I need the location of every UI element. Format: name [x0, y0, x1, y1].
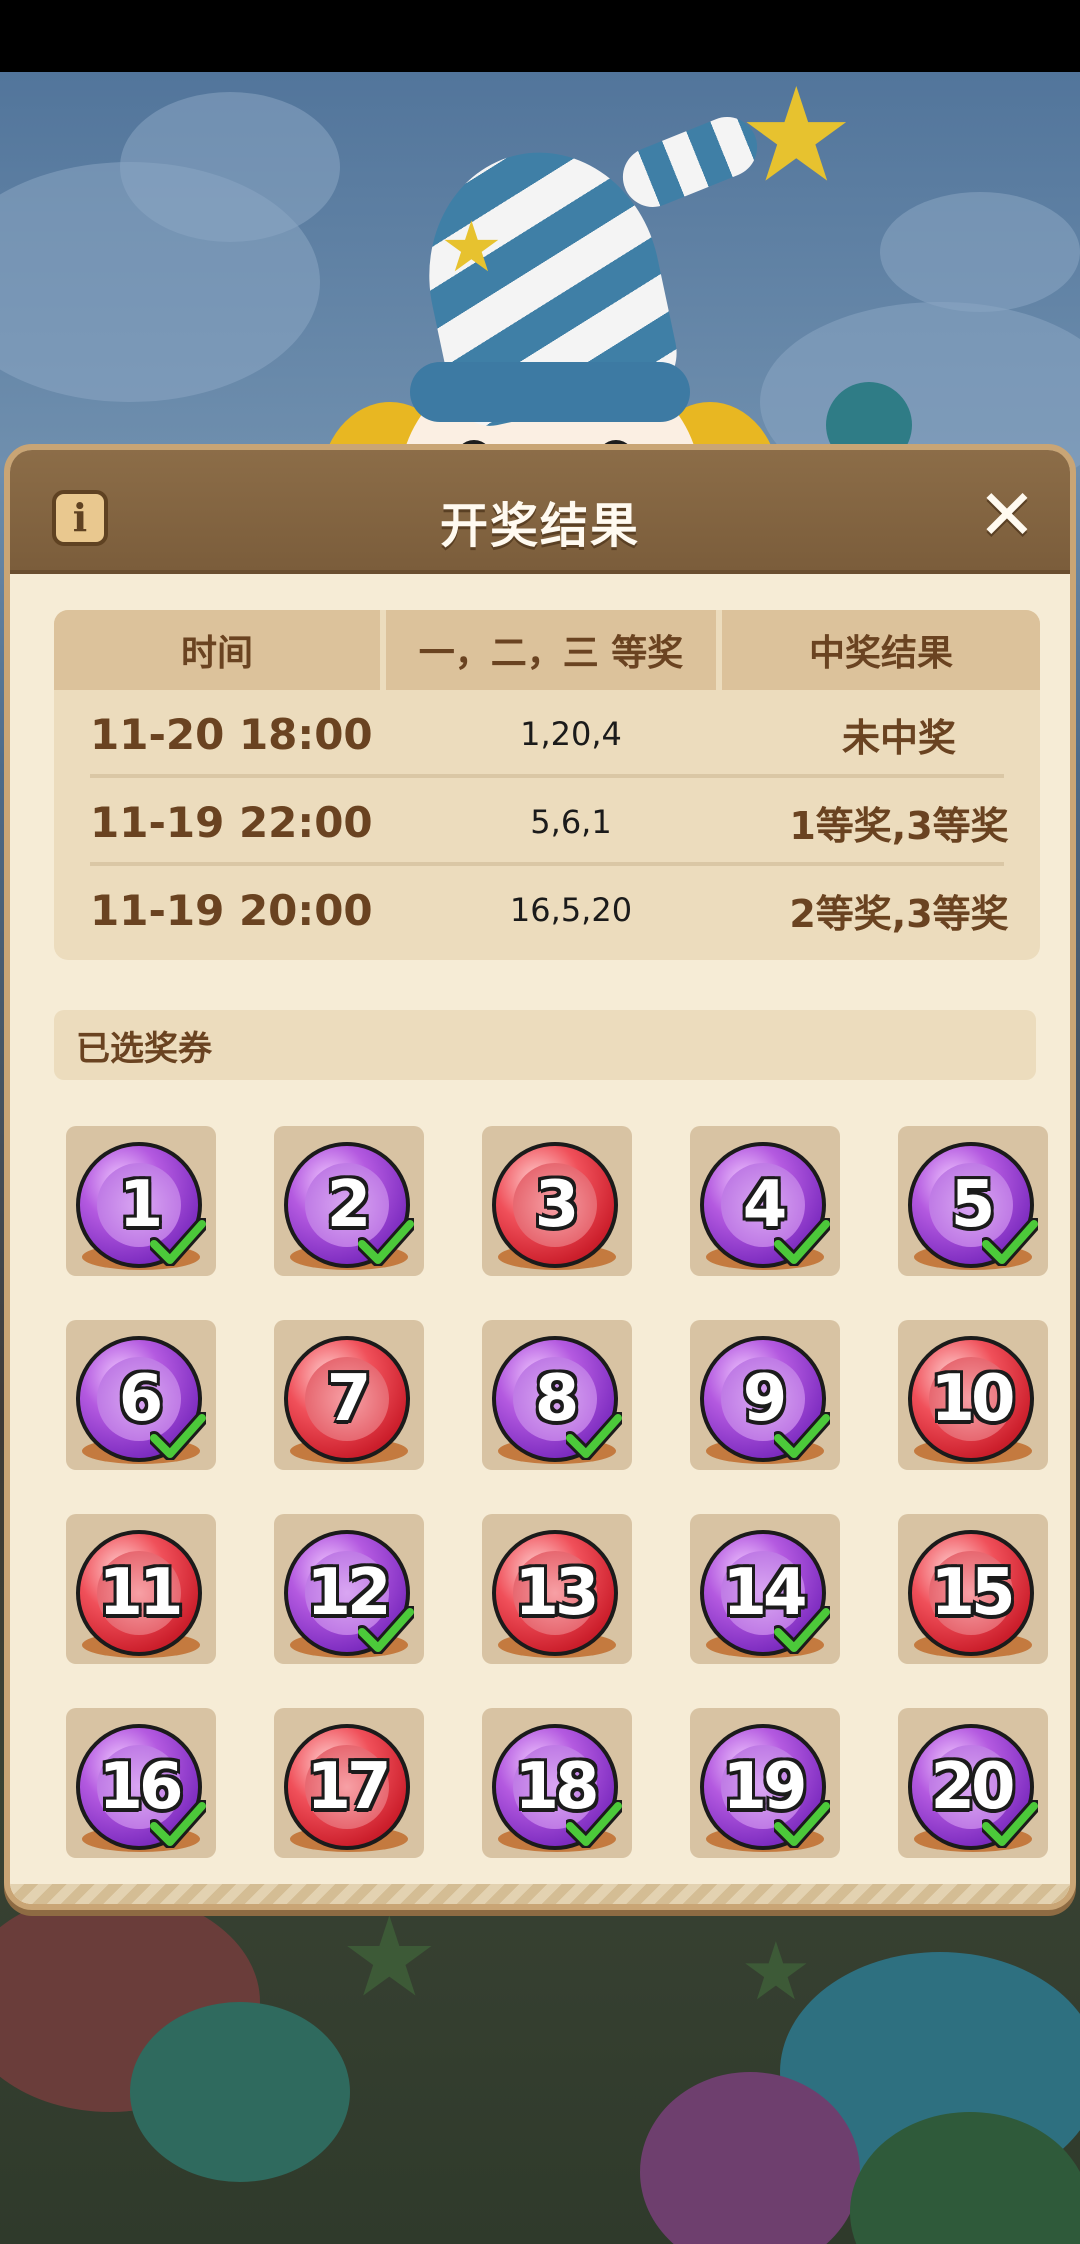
cloud-decoration: [880, 192, 1080, 312]
ticket-tile[interactable]: 17: [274, 1708, 424, 1858]
ticket-ball-face: 15: [929, 1551, 1016, 1635]
check-icon: [566, 1800, 622, 1848]
ticket-ball-face: 10: [929, 1357, 1016, 1441]
ticket-ball-red: 10: [908, 1336, 1034, 1462]
ticket-tile[interactable]: 2: [274, 1126, 424, 1276]
ticket-tile[interactable]: 13: [482, 1514, 632, 1664]
row-result: 未中奖: [841, 715, 956, 760]
ball-decoration: [130, 2002, 350, 2182]
ticket-ball-red: 7: [284, 1336, 410, 1462]
ticket-tile[interactable]: 9: [690, 1320, 840, 1470]
row-time: 11-20 18:00: [90, 709, 373, 759]
check-icon: [774, 1606, 830, 1654]
ticket-tile[interactable]: 10: [898, 1320, 1048, 1470]
status-bar: [0, 0, 1080, 72]
ticket-tile[interactable]: 12: [274, 1514, 424, 1664]
ticket-tile[interactable]: 8: [482, 1320, 632, 1470]
check-icon: [150, 1412, 206, 1460]
ticket-ball-face: 11: [97, 1551, 184, 1635]
header-prize-numbers: 一，二，三 等奖: [386, 610, 716, 690]
dialog-header: i 开奖结果 ✕: [10, 450, 1070, 574]
ticket-tile[interactable]: 18: [482, 1708, 632, 1858]
row-time: 11-19 22:00: [90, 797, 373, 847]
results-table: 时间 一，二，三 等奖 中奖结果 11-20 18:00 1,20,4 未中奖 …: [54, 610, 1040, 960]
ticket-ball-face: 17: [305, 1745, 392, 1829]
close-button[interactable]: ✕: [972, 480, 1042, 550]
ticket-tile[interactable]: 1: [66, 1126, 216, 1276]
ticket-ball-face: 13: [513, 1551, 600, 1635]
ticket-number: 17: [306, 1750, 391, 1824]
star-decoration: ★: [740, 1925, 812, 2018]
check-icon: [774, 1218, 830, 1266]
draw-results-dialog: i 开奖结果 ✕ 时间 一，二，三 等奖 中奖结果 11-20 18:00 1,…: [4, 444, 1076, 1910]
ticket-ball-red: 11: [76, 1530, 202, 1656]
ticket-tile[interactable]: 5: [898, 1126, 1048, 1276]
ticket-tile[interactable]: 14: [690, 1514, 840, 1664]
table-row: 11-19 20:00 16,5,20 2等奖,3等奖: [54, 866, 1040, 954]
row-numbers: 5,6,1: [530, 803, 612, 841]
ticket-ball-face: 7: [305, 1357, 389, 1441]
check-icon: [150, 1800, 206, 1848]
clown-hat-band: [410, 362, 690, 422]
check-icon: [774, 1800, 830, 1848]
check-icon: [774, 1412, 830, 1460]
dialog-title: 开奖结果: [439, 498, 640, 554]
ticket-tile[interactable]: 4: [690, 1126, 840, 1276]
row-numbers: 1,20,4: [520, 715, 622, 753]
ticket-tile[interactable]: 3: [482, 1126, 632, 1276]
ticket-tile[interactable]: 15: [898, 1514, 1048, 1664]
ticket-tile[interactable]: 7: [274, 1320, 424, 1470]
star-decoration: ★: [738, 72, 855, 211]
ticket-number: 3: [534, 1168, 579, 1242]
ticket-ball-red: 15: [908, 1530, 1034, 1656]
ticket-number: 11: [98, 1556, 183, 1630]
ticket-tile[interactable]: 16: [66, 1708, 216, 1858]
row-result: 2等奖,3等奖: [789, 891, 1009, 936]
ticket-grid: 1 2 3 4 5 6 7 8 9 10 11 12 13 14 15 16 17 18 19 20: [66, 1126, 1056, 1866]
check-icon: [358, 1218, 414, 1266]
header-win-result: 中奖结果: [722, 610, 1040, 690]
header-time: 时间: [54, 610, 380, 690]
ticket-ball-red: 13: [492, 1530, 618, 1656]
ticket-number: 7: [326, 1362, 371, 1436]
selected-tickets-header: 已选奖券: [54, 1010, 1036, 1080]
check-icon: [566, 1412, 622, 1460]
star-decoration: ★: [440, 206, 503, 288]
ticket-ball-face: 3: [513, 1163, 597, 1247]
table-row: 11-19 22:00 5,6,1 1等奖,3等奖: [54, 778, 1040, 866]
ticket-ball-red: 3: [492, 1142, 618, 1268]
row-result: 1等奖,3等奖: [789, 803, 1009, 848]
ticket-tile[interactable]: 19: [690, 1708, 840, 1858]
ticket-number: 15: [930, 1556, 1015, 1630]
check-icon: [982, 1800, 1038, 1848]
check-icon: [982, 1218, 1038, 1266]
ticket-number: 13: [514, 1556, 599, 1630]
ticket-tile[interactable]: 6: [66, 1320, 216, 1470]
dialog-footer-border: [10, 1884, 1070, 1904]
check-icon: [358, 1606, 414, 1654]
row-numbers: 16,5,20: [509, 891, 633, 929]
star-decoration: ★: [340, 1893, 439, 2021]
row-time: 11-19 20:00: [90, 885, 373, 935]
ticket-tile[interactable]: 11: [66, 1514, 216, 1664]
ticket-ball-red: 17: [284, 1724, 410, 1850]
table-row: 11-20 18:00 1,20,4 未中奖: [54, 690, 1040, 778]
ticket-number: 10: [930, 1362, 1015, 1436]
cloud-decoration: [120, 92, 340, 242]
check-icon: [150, 1218, 206, 1266]
close-icon: ✕: [977, 474, 1037, 556]
ticket-tile[interactable]: 20: [898, 1708, 1048, 1858]
